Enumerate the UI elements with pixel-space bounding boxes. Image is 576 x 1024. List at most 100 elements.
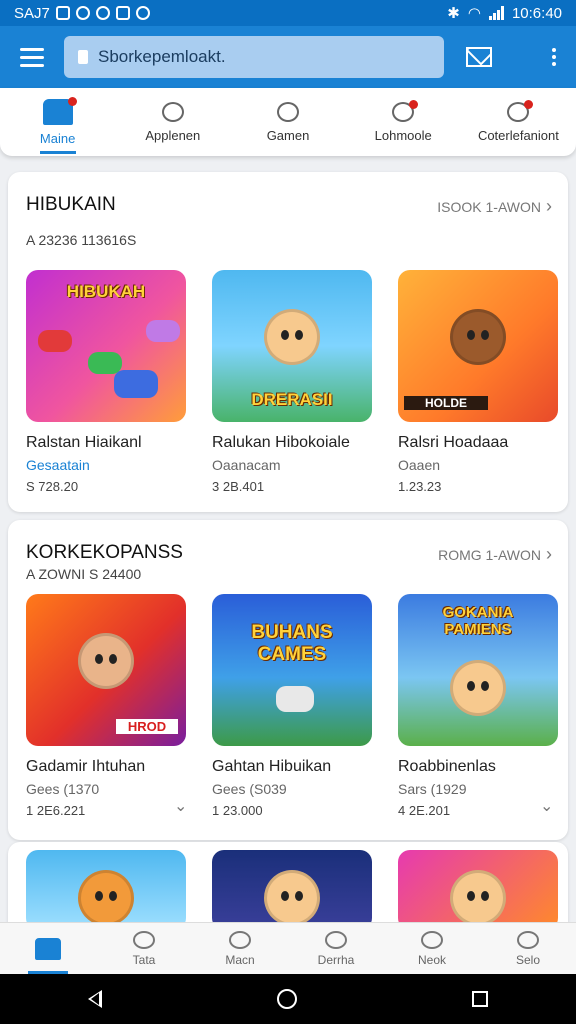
block-icon <box>161 101 184 122</box>
notification-icon <box>115 6 130 20</box>
signal-icon <box>488 6 504 20</box>
nav-label: Derrha <box>317 952 355 967</box>
app-name: Ralstan Hiaikanl <box>26 434 142 451</box>
see-all-link[interactable]: ISOOK 1-AWON <box>437 196 552 217</box>
mail-icon[interactable] <box>466 47 492 67</box>
app-name: Ralukan Hibokoiale <box>212 434 350 451</box>
search-input[interactable]: Sborkepemloakt. <box>64 36 444 78</box>
app-thumbnail: HROD <box>26 594 186 746</box>
section-title: HIBUKAIN <box>26 194 116 215</box>
section-title: KORKEKOPANSS <box>26 542 183 563</box>
app-item[interactable]: HIBUKAH Ralstan Hiaikanl Gesaatain S 728… <box>26 270 186 494</box>
section-card: KORKEKOPANSS ROMG 1-AWON A ZOWNI S 24400… <box>8 520 568 840</box>
tab-applenen[interactable]: Applenen <box>115 88 230 156</box>
section-card: HIBUKAIN ISOOK 1-AWON A 23236 113616S HI… <box>8 172 568 512</box>
section-subtitle: A ZOWNI S 24400 <box>26 566 142 582</box>
app-item[interactable]: BUHANS CAMES Gahtan Hibuikan Gees (S039 … <box>212 594 372 818</box>
nav-selo[interactable]: Selo <box>480 923 576 974</box>
app-thumbnail: BUHANS CAMES <box>212 594 372 746</box>
gamepad-icon <box>276 686 314 712</box>
settings-icon <box>95 6 110 20</box>
nav-label: Tata <box>132 952 156 967</box>
record-icon <box>421 930 443 949</box>
app-item[interactable]: GOKANIA PAMIENS Roabbinenlas Sars (1929 … <box>398 594 558 818</box>
hamburger-menu-icon[interactable] <box>16 41 48 73</box>
thumbnail-banner-text: DRERASII <box>251 390 333 409</box>
status-carrier: SAJ7 <box>14 4 50 22</box>
nav-macn[interactable]: Macn <box>192 923 288 974</box>
app-item[interactable]: HROD Gadamir Ihtuhan Gees (1370 1 2E6.22… <box>26 594 186 818</box>
app-price: 3 2B.401 <box>212 479 265 494</box>
nav-label: Neok <box>417 952 446 967</box>
character-illustration <box>78 870 134 926</box>
lock-icon <box>78 50 88 64</box>
app-item[interactable] <box>398 850 558 930</box>
tab-label: Gamen <box>266 127 310 143</box>
chevron-down-icon[interactable]: ⌄ <box>540 796 570 816</box>
nav-label: Macn <box>225 952 255 967</box>
tab-coterlefaniont[interactable]: Coterlefaniont <box>461 88 576 156</box>
tab-lohmoole[interactable]: Lohmoole <box>346 88 461 156</box>
nav-label: Selo <box>515 952 541 967</box>
recent-apps-icon[interactable] <box>472 991 489 1007</box>
notification-badge <box>409 99 419 109</box>
tab-label: Coterlefaniont <box>477 127 559 143</box>
gamepad-icon <box>146 320 180 342</box>
app-thumbnail: HIBUKAH <box>26 270 186 422</box>
app-item[interactable]: DRERASII Ralukan Hibokoiale Oaanacam 3 2… <box>212 270 372 494</box>
nav-tata[interactable]: Tata <box>96 923 192 974</box>
back-icon[interactable] <box>87 990 102 1008</box>
app-category: Oaanacam <box>212 457 281 473</box>
tab-gamen[interactable]: Gamen <box>230 88 345 156</box>
category-tabs: Maine Applenen Gamen Lohmoole Coterlefan… <box>0 88 576 156</box>
bear-illustration <box>450 308 506 365</box>
gamepad-icon <box>114 370 158 398</box>
character-illustration <box>264 308 320 365</box>
bell-icon <box>325 930 347 949</box>
app-thumbnail: GOKANIA PAMIENS <box>398 594 558 746</box>
character-illustration <box>450 870 506 926</box>
more-options-icon[interactable] <box>552 48 556 66</box>
games-icon <box>277 101 299 122</box>
message-icon <box>392 99 419 122</box>
refresh-icon <box>507 99 534 122</box>
nav-neok[interactable]: Neok <box>384 923 480 974</box>
app-thumbnail: DRERASII <box>212 270 372 422</box>
app-price: S 728.20 <box>26 479 79 494</box>
character-illustration <box>264 870 320 926</box>
app-item[interactable] <box>212 850 372 930</box>
tab-maine[interactable]: Maine <box>0 88 115 156</box>
nav-derrha[interactable]: Derrha <box>288 923 384 974</box>
app-category: Oaaen <box>398 457 441 473</box>
profile-icon <box>517 930 539 949</box>
status-bar: SAJ7 ✱ ◠ 10:6:40 <box>0 0 576 26</box>
chat-icon <box>135 6 150 20</box>
app-thumbnail <box>398 850 558 930</box>
thumbnail-banner-text: HOLDE <box>404 396 488 410</box>
wifi-icon: ◠ <box>467 5 481 22</box>
notification-badge <box>524 99 534 109</box>
status-time: 10:6:40 <box>511 4 562 22</box>
nav-home[interactable] <box>0 923 96 974</box>
home-button-icon[interactable] <box>276 989 297 1009</box>
app-category: Gees (1370 <box>26 781 100 797</box>
app-bar: Sborkepemloakt. <box>0 26 576 88</box>
home-icon <box>35 937 61 960</box>
search-text: Sborkepemloakt. <box>98 47 226 66</box>
see-all-link[interactable]: ROMG 1-AWON <box>438 544 552 565</box>
thumbnail-banner-text: GOKANIA PAMIENS <box>442 604 514 638</box>
app-name: Roabbinenlas <box>398 758 496 775</box>
app-category: Gees (S039 <box>212 781 287 797</box>
app-name: Gahtan Hibuikan <box>212 758 332 775</box>
home-icon <box>42 96 77 125</box>
compass-icon <box>229 930 251 949</box>
thumbnail-banner-text: HIBUKAH <box>66 282 146 301</box>
app-item[interactable] <box>26 850 186 930</box>
bottom-navigation: Tata Macn Derrha Neok Selo <box>0 922 576 974</box>
bluetooth-icon: ✱ <box>447 5 460 22</box>
chevron-down-icon[interactable]: ⌄ <box>174 796 570 816</box>
app-category: Gesaatain <box>26 457 90 473</box>
app-item[interactable]: HOLDE Ralsri Hoadaaa Oaaen 1.23.23 <box>398 270 558 494</box>
gallery-icon <box>55 6 70 20</box>
tab-label: Lohmoole <box>374 127 432 143</box>
